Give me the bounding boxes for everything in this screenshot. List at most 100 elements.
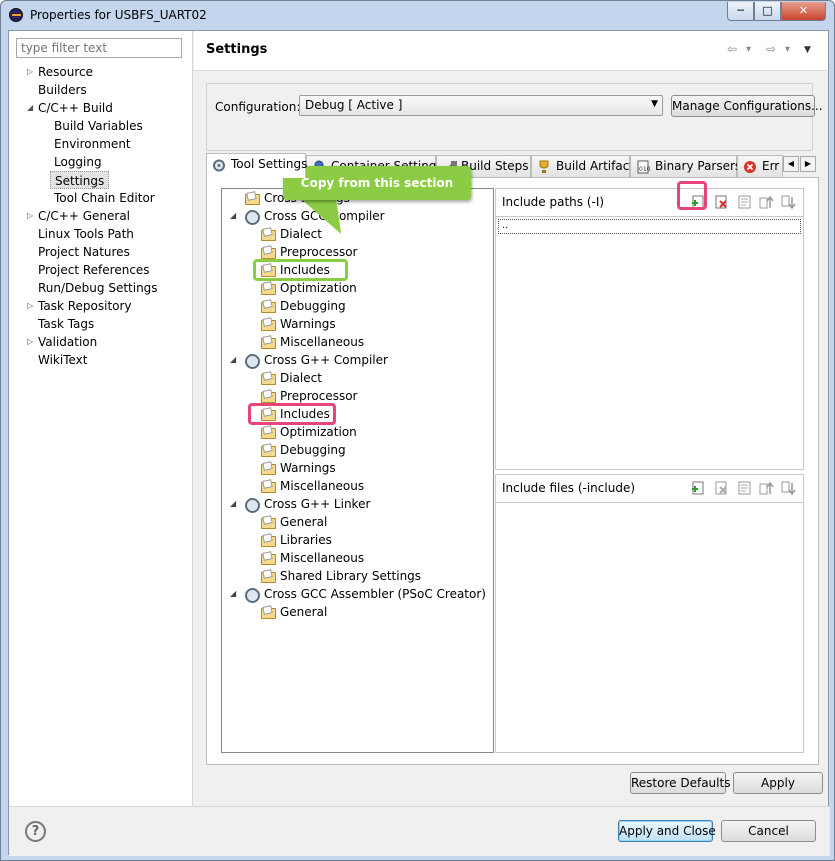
- sidebar-item[interactable]: Environment: [54, 135, 131, 153]
- include-path-item[interactable]: ..: [498, 219, 801, 234]
- collapse-arrow-icon[interactable]: ◢: [230, 351, 236, 369]
- sidebar-item-label: Builders: [38, 83, 87, 97]
- maximize-button[interactable]: □: [754, 2, 781, 21]
- tab-error-parsers[interactable]: Err: [737, 155, 783, 177]
- configuration-value: Debug [ Active ]: [305, 98, 403, 112]
- tree-item[interactable]: Debugging: [260, 441, 346, 459]
- includes-green-highlight: [253, 259, 348, 281]
- sidebar-item[interactable]: Builders: [38, 81, 87, 99]
- dialog-button-bar: ? Apply and Close Cancel: [9, 806, 830, 856]
- sidebar-item[interactable]: ▷ Resource: [27, 63, 93, 81]
- sidebar-item[interactable]: Linux Tools Path: [38, 225, 134, 243]
- expand-arrow-icon[interactable]: ▷: [27, 207, 33, 225]
- restore-defaults-button[interactable]: Restore Defaults: [630, 772, 730, 794]
- tree-item[interactable]: Miscellaneous: [260, 549, 364, 567]
- apply-and-close-button[interactable]: Apply and Close: [618, 820, 716, 842]
- collapse-arrow-icon[interactable]: ◢: [230, 207, 236, 225]
- expand-arrow-icon[interactable]: ▷: [27, 333, 33, 351]
- tree-item[interactable]: ◢ Cross G++ Compiler: [230, 351, 388, 369]
- tree-item[interactable]: Debugging: [260, 297, 346, 315]
- sidebar-item[interactable]: Tool Chain Editor: [54, 189, 155, 207]
- tab-binary-parsers[interactable]: 010 Binary Parsers: [630, 155, 741, 177]
- forward-arrow-icon[interactable]: ⇨: [766, 42, 776, 56]
- sidebar-item[interactable]: ▷ Task Repository: [27, 297, 132, 315]
- close-button[interactable]: ✕: [781, 2, 826, 21]
- collapse-arrow-icon[interactable]: ◢: [230, 585, 236, 603]
- tab-label: Err: [762, 159, 780, 173]
- sidebar-item[interactable]: ▷ C/C++ General: [27, 207, 131, 225]
- expand-arrow-icon[interactable]: ▷: [27, 63, 33, 81]
- window-title: Properties for USBFS_UART02: [30, 8, 207, 22]
- sidebar-item-label: C/C++ General: [38, 209, 131, 223]
- sidebar-item[interactable]: Project References: [38, 261, 150, 279]
- delete-icon[interactable]: [714, 481, 729, 496]
- tree-item[interactable]: Libraries: [260, 531, 332, 549]
- tree-item-label: Dialect: [280, 371, 322, 385]
- tree-item[interactable]: Optimization: [260, 423, 357, 441]
- collapse-arrow-icon[interactable]: ◢: [27, 99, 33, 117]
- title-bar[interactable]: Properties for USBFS_UART02 ─ □ ✕: [1, 1, 834, 29]
- property-pages-pane: ▷ Resource Builders ◢ C/C++ Build Build Varia…: [9, 31, 193, 806]
- move-down-icon[interactable]: [781, 195, 796, 210]
- tree-item[interactable]: General: [260, 513, 327, 531]
- sidebar-item[interactable]: Task Tags: [38, 315, 94, 333]
- tree-item[interactable]: Miscellaneous: [260, 477, 364, 495]
- settings-folder-icon: [260, 299, 276, 313]
- properties-dialog: Properties for USBFS_UART02 ─ □ ✕ ▷ Resou…: [0, 0, 835, 861]
- sidebar-item-label: Tool Chain Editor: [54, 191, 155, 205]
- minimize-button[interactable]: ─: [727, 2, 754, 21]
- filter-input[interactable]: [16, 38, 182, 58]
- expand-arrow-icon[interactable]: ▷: [27, 297, 33, 315]
- tree-item[interactable]: Warnings: [260, 315, 336, 333]
- binary-icon: 010: [636, 160, 651, 174]
- sidebar-item[interactable]: Run/Debug Settings: [38, 279, 158, 297]
- sidebar-item[interactable]: Project Natures: [38, 243, 130, 261]
- settings-folder-icon: [260, 227, 276, 241]
- sidebar-item[interactable]: ▷ Validation: [27, 333, 97, 351]
- sidebar-item[interactable]: Settings: [50, 171, 110, 189]
- sidebar-item[interactable]: ◢ C/C++ Build: [27, 99, 113, 117]
- add-icon[interactable]: [690, 481, 705, 496]
- delete-icon[interactable]: [714, 195, 729, 210]
- back-arrow-icon[interactable]: ⇦: [727, 42, 737, 56]
- tree-item[interactable]: Dialect: [260, 369, 322, 387]
- chevron-down-icon: ▼: [651, 99, 658, 109]
- tree-item[interactable]: Optimization: [260, 279, 357, 297]
- edit-icon[interactable]: [737, 195, 752, 210]
- include-paths-panel: Include paths (-I) ..: [495, 188, 804, 470]
- tree-item[interactable]: Miscellaneous: [260, 333, 364, 351]
- tool-settings-tree[interactable]: Cross Settings◢Cross GCC CompilerDialect…: [221, 188, 494, 753]
- sidebar-item[interactable]: Build Variables: [54, 117, 143, 135]
- trophy-icon: [537, 160, 551, 173]
- tree-item[interactable]: Dialect: [260, 225, 322, 243]
- tab-build-artifact[interactable]: Build Artifact: [531, 155, 634, 177]
- collapse-arrow-icon[interactable]: ◢: [230, 495, 236, 513]
- tree-item[interactable]: General: [260, 603, 327, 621]
- tab-scroll-left-button[interactable]: ◀: [783, 156, 799, 172]
- move-up-icon[interactable]: [759, 195, 774, 210]
- manage-configurations-button[interactable]: Manage Configurations...: [671, 95, 823, 117]
- settings-folder-icon: [260, 425, 276, 439]
- help-icon[interactable]: ?: [25, 821, 46, 842]
- forward-dropdown-icon[interactable]: ▾: [785, 44, 790, 55]
- move-up-icon[interactable]: [759, 481, 774, 496]
- move-down-icon[interactable]: [781, 481, 796, 496]
- tree-item[interactable]: ◢ Cross GCC Assembler (PSoC Creator): [230, 585, 486, 603]
- sidebar-item-label: WikiText: [38, 353, 88, 367]
- sidebar-item[interactable]: Logging: [54, 153, 102, 171]
- sidebar-item[interactable]: WikiText: [38, 351, 88, 369]
- tab-scroll-right-button[interactable]: ▶: [800, 156, 816, 172]
- tree-item-label: Miscellaneous: [280, 479, 365, 493]
- includes-pink-highlight: [248, 403, 336, 425]
- back-dropdown-icon[interactable]: ▾: [746, 44, 751, 55]
- tree-item[interactable]: ◢ Cross G++ Linker: [230, 495, 370, 513]
- view-menu-icon[interactable]: ▼: [804, 45, 811, 55]
- tree-item[interactable]: Shared Library Settings: [260, 567, 421, 585]
- tab-tool-settings[interactable]: Tool Settings: [206, 153, 307, 178]
- cancel-button[interactable]: Cancel: [721, 820, 816, 842]
- tree-item-label: Optimization: [280, 425, 357, 439]
- edit-icon[interactable]: [737, 481, 752, 496]
- tree-item[interactable]: Warnings: [260, 459, 336, 477]
- apply-button[interactable]: Apply: [733, 772, 823, 794]
- configuration-select[interactable]: Debug [ Active ] ▼: [299, 95, 663, 116]
